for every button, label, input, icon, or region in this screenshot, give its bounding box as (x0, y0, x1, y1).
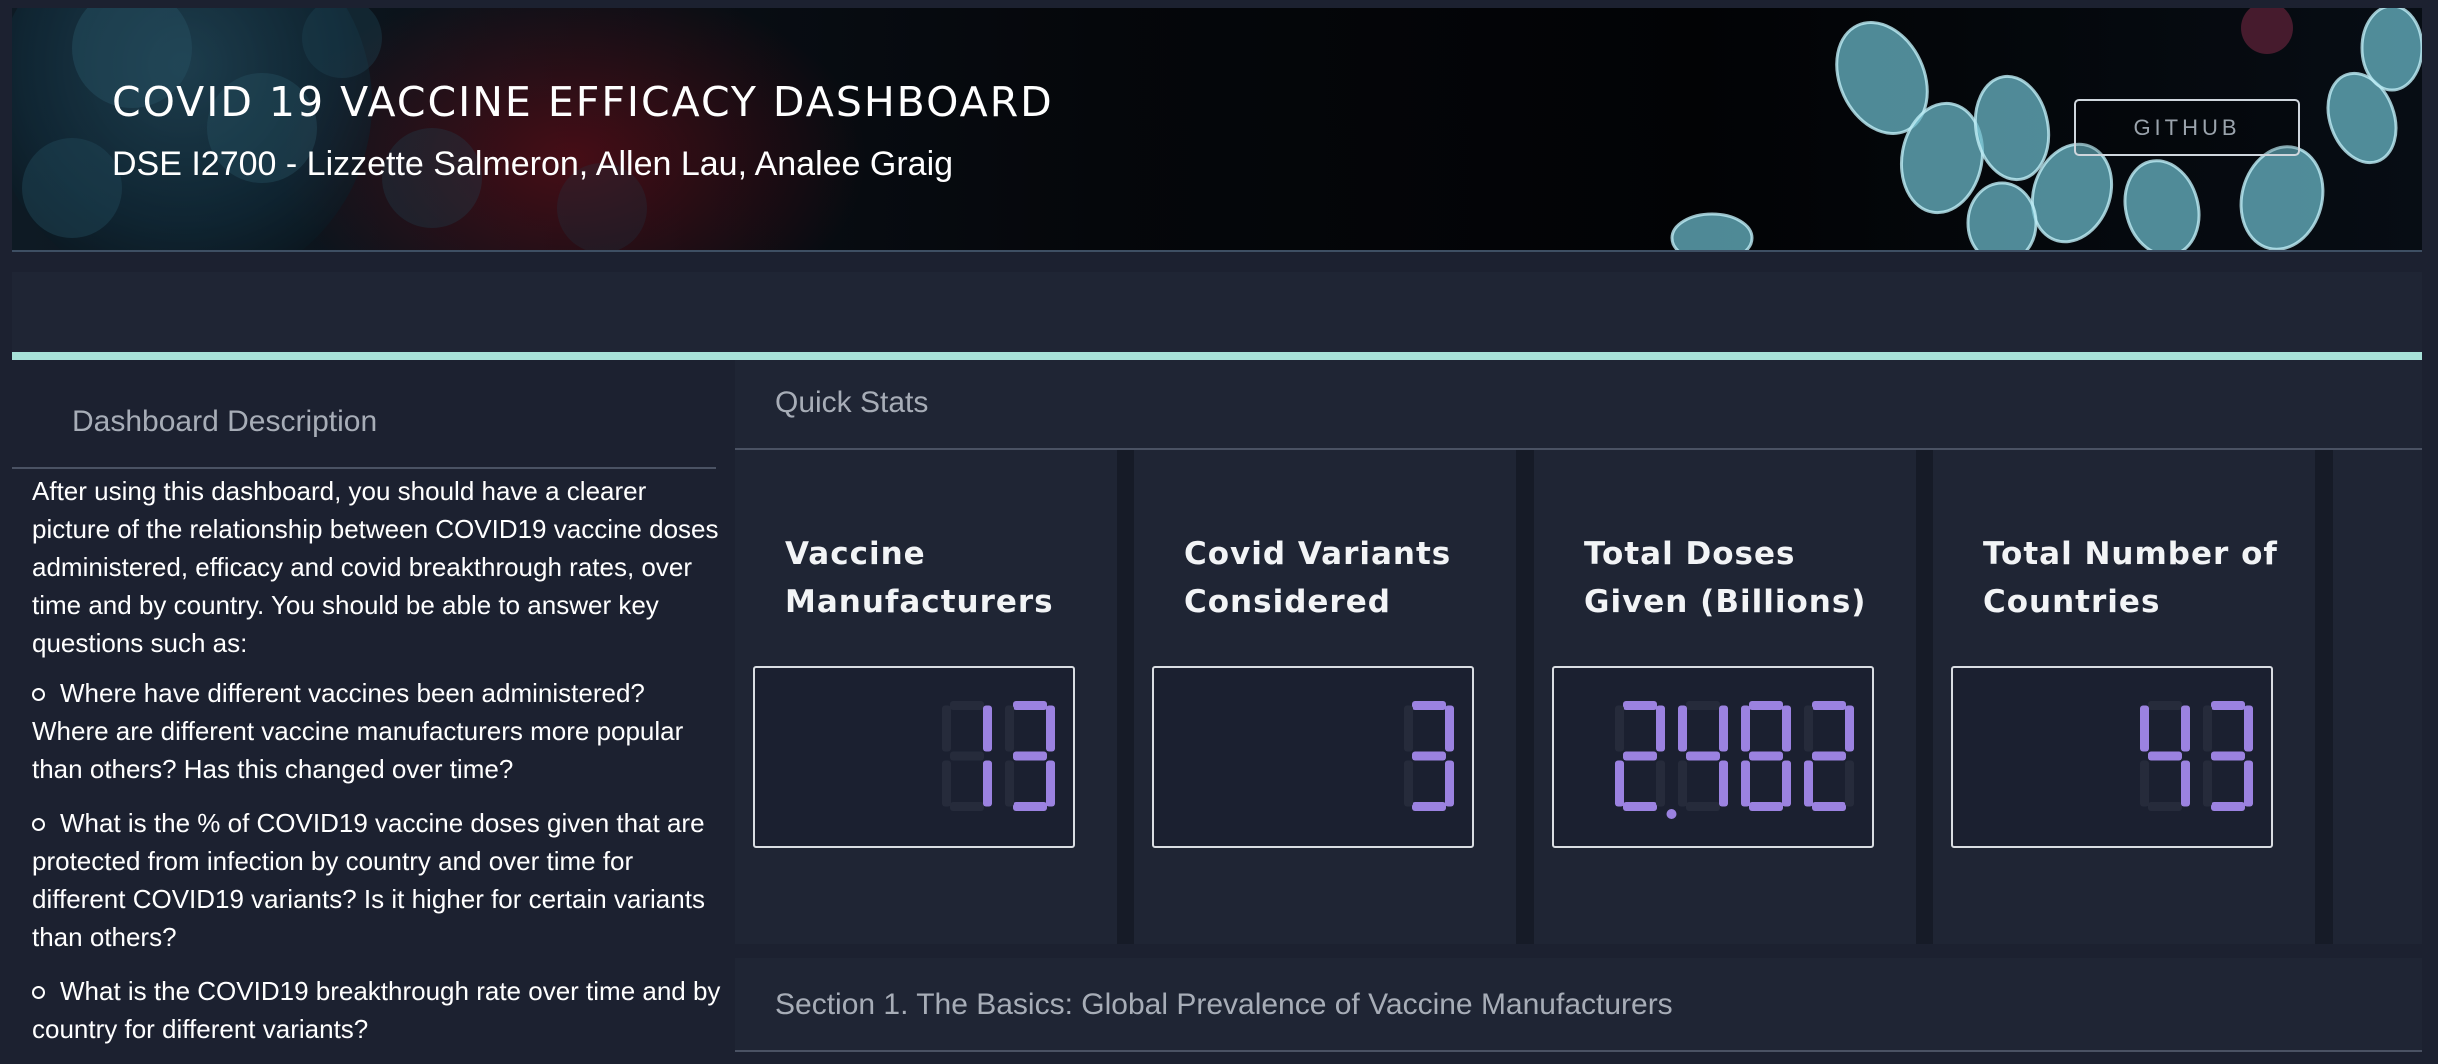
spacer-strip (12, 272, 2422, 352)
bullet-icon (32, 688, 45, 701)
led-display (1951, 666, 2273, 848)
coronavirus-illustration (12, 8, 2422, 250)
led-display (1552, 666, 1874, 848)
key-questions-list: Where have different vaccines been admin… (32, 674, 722, 1048)
accent-bar (12, 352, 2422, 360)
led-display (753, 666, 1075, 848)
quick-stats-heading: Quick Stats (775, 386, 929, 419)
led-digits (2140, 701, 2253, 811)
quick-stats-header: Quick Stats (735, 360, 2422, 450)
led-display (1152, 666, 1474, 848)
page-title: COVID 19 VACCINE EFFICACY DASHBOARD (112, 78, 1054, 126)
divider (12, 467, 716, 469)
led-digits (1404, 701, 1454, 811)
led-digits (1615, 701, 1854, 819)
header-banner: COVID 19 VACCINE EFFICACY DASHBOARD DSE … (12, 8, 2422, 252)
stat-label: Total Doses Given (Billions) (1584, 536, 1867, 620)
description-sidebar: Dashboard Description After using this d… (12, 360, 722, 1058)
list-item: Where have different vaccines been admin… (32, 678, 684, 784)
page-subtitle: DSE I2700 - Lizzette Salmeron, Allen Lau… (112, 145, 954, 183)
quick-stats-cards: Vaccine Manufacturers Covid Variants Con… (735, 450, 2422, 944)
stat-card-total-countries: Total Number of Countries (1933, 450, 2315, 944)
stat-card-partial (2333, 450, 2422, 944)
description-intro: After using this dashboard, you should h… (32, 476, 719, 658)
list-item: What is the % of COVID19 vaccine doses g… (32, 808, 705, 952)
stat-card-covid-variants: Covid Variants Considered (1134, 450, 1516, 944)
led-digits (942, 701, 1055, 811)
list-item: What is the COVID19 breakthrough rate ov… (32, 976, 721, 1044)
bullet-icon (32, 986, 45, 999)
github-button[interactable]: GITHUB (2074, 99, 2300, 156)
stat-label: Total Number of Countries (1983, 536, 2278, 620)
bullet-icon (32, 818, 45, 831)
stat-card-vaccine-manufacturers: Vaccine Manufacturers (735, 450, 1117, 944)
section-1-heading: Section 1. The Basics: Global Prevalence… (775, 988, 1673, 1021)
description-body: After using this dashboard, you should h… (32, 472, 722, 1064)
stat-label: Covid Variants Considered (1184, 536, 1452, 620)
stat-card-total-doses: Total Doses Given (Billions) (1534, 450, 1916, 944)
stat-label: Vaccine Manufacturers (785, 536, 1054, 620)
section-1-header: Section 1. The Basics: Global Prevalence… (735, 958, 2422, 1052)
sidebar-heading: Dashboard Description (72, 405, 378, 438)
